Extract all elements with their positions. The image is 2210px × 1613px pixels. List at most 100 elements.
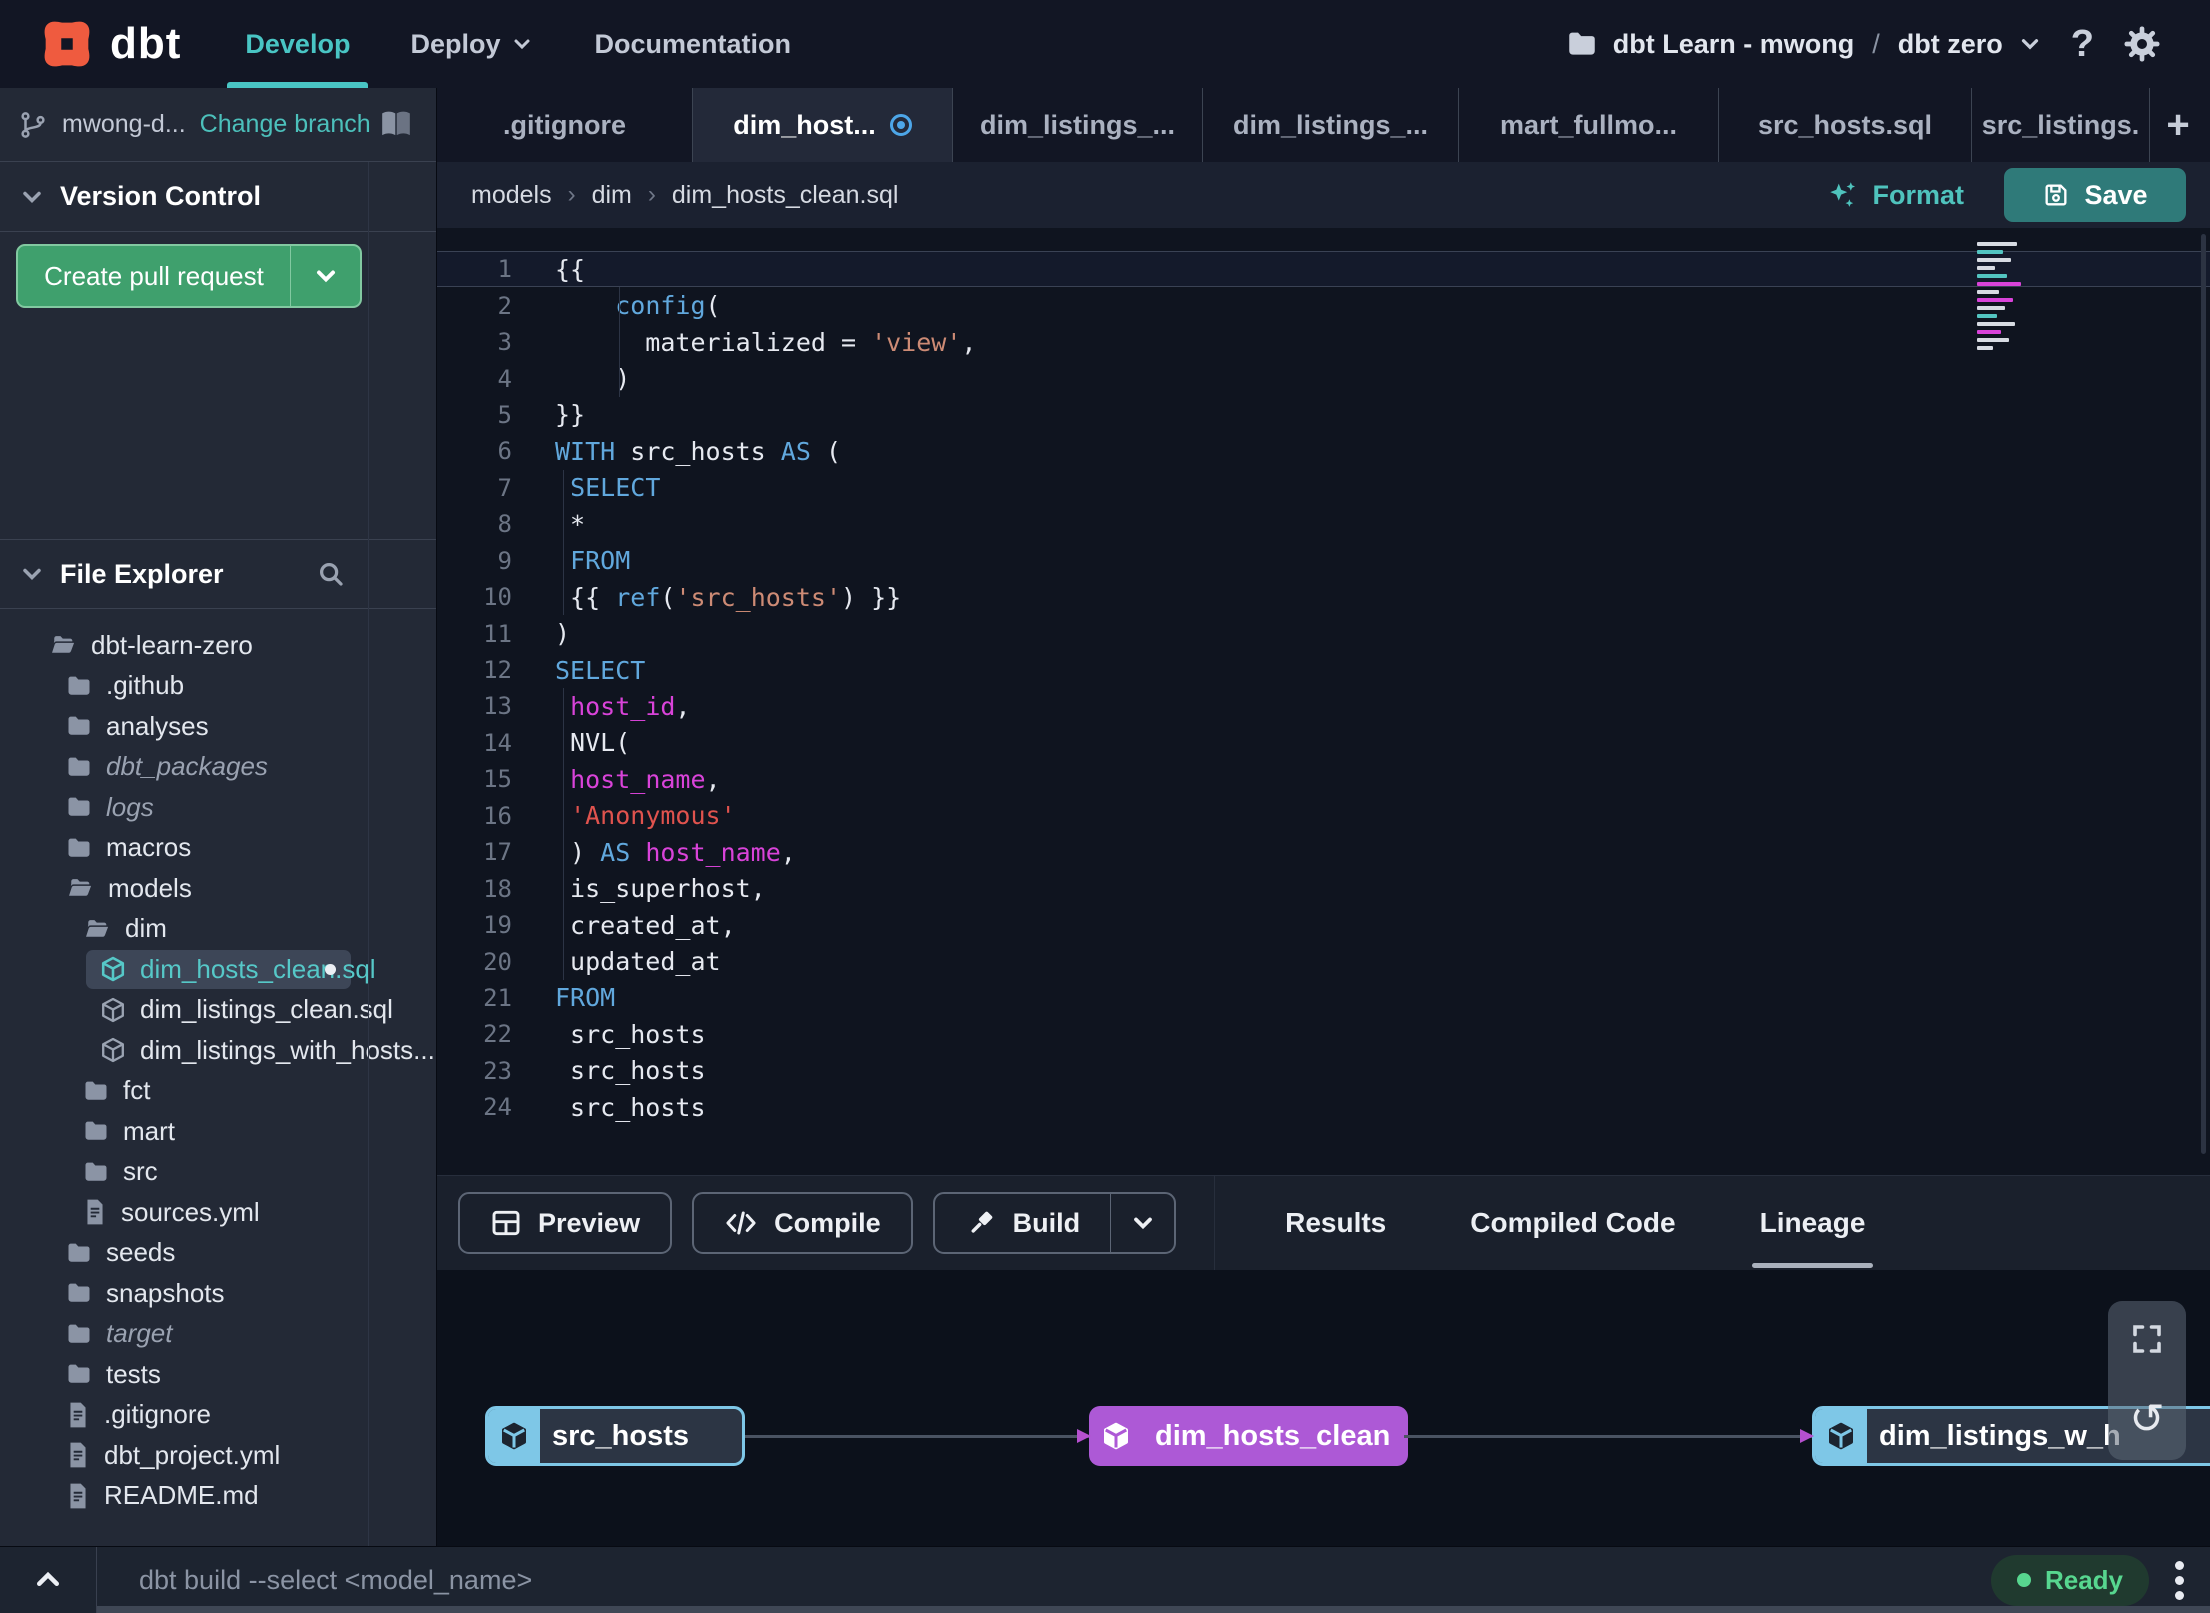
gear-icon[interactable] [2122,24,2162,64]
search-icon[interactable] [316,559,346,589]
file-tree-item-readme-md[interactable]: README.md [0,1476,436,1517]
format-button[interactable]: Format [1826,178,1964,212]
code-line-15[interactable]: 15 host_name, [437,761,2210,798]
code-line-1[interactable]: 1 {{ [437,251,2210,288]
code-line-14[interactable]: 14 NVL( [437,724,2210,762]
help-icon[interactable]: ? [2071,23,2094,66]
editor-tab-dim-listings-[interactable]: dim_listings_... [953,88,1203,162]
pr-dropdown-toggle[interactable] [290,246,360,306]
version-control-header[interactable]: Version Control [0,162,436,232]
file-tree-item-tests[interactable]: tests [0,1354,436,1395]
refresh-icon[interactable]: ↺ [2129,1397,2164,1440]
editor-tab-dim-listings-[interactable]: dim_listings_... [1203,88,1459,162]
create-pull-request-button[interactable]: Create pull request [16,244,362,308]
breadcrumb-segment[interactable]: models [471,181,552,210]
code-line-23[interactable]: 23 src_hosts [437,1053,2210,1089]
file-tree-item-seeds[interactable]: seeds [0,1233,436,1274]
build-dropdown-toggle[interactable] [1110,1194,1174,1252]
change-branch-link[interactable]: Change branch [200,110,371,139]
file-tree-item-dim-listings-clean-sql[interactable]: dim_listings_clean.sql [0,990,436,1031]
code-line-5[interactable]: 5}} [437,397,2210,433]
file-tree-item-snapshots[interactable]: snapshots [0,1273,436,1314]
panel-tab-lineage[interactable]: Lineage [1718,1176,1908,1270]
file-tree-item--github[interactable]: .github [0,666,436,707]
build-button[interactable]: Build [932,1192,1177,1254]
expand-command-bar-button[interactable] [0,1547,97,1613]
docs-book-icon[interactable] [378,109,414,141]
file-tree-item-dbt-project-yml[interactable]: dbt_project.yml [0,1435,436,1476]
kebab-menu-icon[interactable] [2175,1560,2184,1600]
command-bar-scrollbar[interactable] [97,1606,2210,1613]
file-tree-item-dim-listings-with-hosts-[interactable]: dim_listings_with_hosts... [0,1030,436,1071]
file-tree-item-macros[interactable]: macros [0,828,436,869]
code-line-8[interactable]: 8 * [437,506,2210,543]
code-line-16[interactable]: 16 'Anonymous' [437,797,2210,834]
file-tree-item-mart[interactable]: mart [0,1111,436,1152]
breadcrumb-segment[interactable]: dim_hosts_clean.sql [672,181,899,210]
lineage-node-dim-hosts-clean[interactable]: dim_hosts_clean [1089,1406,1409,1466]
code-line-4[interactable]: 4 ) [437,360,2210,397]
code-line-10[interactable]: 10 {{ ref('src_hosts') }} [437,578,2210,616]
code-line-17[interactable]: 17 ) AS host_name, [437,834,2210,871]
file-tree-item-fct[interactable]: fct [0,1071,436,1112]
file-explorer-header[interactable]: File Explorer [0,539,436,609]
nav-item-deploy[interactable]: Deploy [380,0,564,88]
code-line-11[interactable]: 11) [437,615,2210,651]
editor-tab-dim-host-[interactable]: dim_host... [693,88,953,162]
code-line-24[interactable]: 24 src_hosts [437,1089,2210,1125]
model-cube-icon [1826,1421,1856,1451]
project-selector[interactable]: dbt Learn - mwong / dbt zero [1565,27,2043,61]
preview-button[interactable]: Preview [458,1192,673,1254]
model-cube-icon [499,1421,529,1451]
command-input[interactable]: dbt build --select <model_name> [139,1565,1991,1596]
panel-tab-compiled-code[interactable]: Compiled Code [1428,1176,1717,1270]
file-tree-item-logs[interactable]: logs [0,787,436,828]
code-line-21[interactable]: 21 FROM [437,980,2210,1016]
file-tree-item-label: seeds [106,1237,176,1268]
file-tree-item-target[interactable]: target [0,1314,436,1355]
file-tree-item-dim[interactable]: dim [0,909,436,950]
file-tree-item-models[interactable]: models [0,868,436,909]
editor-tab-src-listings-[interactable]: src_listings. [1972,88,2150,162]
status-dot-icon [2016,1573,2031,1587]
save-button[interactable]: Save [2004,168,2186,222]
code-editor[interactable]: 1{{2 config(3 materialized = 'view', 4 ) 5… [437,228,2210,1175]
code-line-13[interactable]: 13 host_id, [437,688,2210,725]
file-tree-item-label: src [123,1156,158,1187]
file-tree-item-analyses[interactable]: analyses [0,706,436,747]
code-text: * [555,506,585,543]
new-tab-button[interactable]: + [2150,88,2206,162]
file-tree-item-dbt-packages[interactable]: dbt_packages [0,747,436,788]
file-tree-item-src[interactable]: src [0,1152,436,1193]
nav-item-develop[interactable]: Develop [215,0,380,88]
editor-tab-mart-fullmo-[interactable]: mart_fullmo... [1459,88,1719,162]
file-tree-item--gitignore[interactable]: .gitignore [0,1395,436,1436]
breadcrumb-segment[interactable]: dim [592,181,632,210]
code-line-20[interactable]: 20 updated_at [437,943,2210,980]
lineage-graph[interactable]: dim_listings_w_h dim_hosts_clean src_hosts… [437,1270,2210,1546]
code-line-9[interactable]: 9 FROM [437,542,2210,579]
nav-item-documentation[interactable]: Documentation [564,0,821,88]
code-line-6[interactable]: 6 WITH src_hosts AS ( [437,433,2210,469]
status-badge: Ready [1990,1554,2149,1606]
code-line-7[interactable]: 7 SELECT [437,469,2210,507]
code-line-18[interactable]: 18 is_superhost, [437,870,2210,907]
code-line-3[interactable]: 3 materialized = 'view', [437,323,2210,361]
editor-scrollbar[interactable] [2201,234,2206,1154]
code-line-19[interactable]: 19 created_at, [437,906,2210,944]
file-tree-item-dim-hosts-clean-sql[interactable]: dim_hosts_clean.sql [0,949,436,990]
file-tree-item-sources-yml[interactable]: sources.yml [0,1192,436,1233]
fullscreen-icon[interactable] [2129,1321,2165,1357]
line-number: 1 [497,255,512,284]
code-line-12[interactable]: 12 SELECT [437,652,2210,688]
lineage-node-src-hosts[interactable]: src_hosts [485,1406,745,1466]
code-line-2[interactable]: 2 config( [437,287,2210,324]
minimap[interactable] [1977,242,2037,354]
compile-button[interactable]: Compile [692,1192,913,1254]
code-line-22[interactable]: 22 src_hosts [437,1016,2210,1052]
editor-tab--gitignore[interactable]: .gitignore [437,88,693,162]
dbt-logo[interactable]: dbt [0,0,215,88]
editor-tab-src-hosts-sql[interactable]: src_hosts.sql [1719,88,1972,162]
file-tree-item-dbt-learn-zero[interactable]: dbt-learn-zero [0,625,436,666]
panel-tab-results[interactable]: Results [1243,1176,1428,1270]
